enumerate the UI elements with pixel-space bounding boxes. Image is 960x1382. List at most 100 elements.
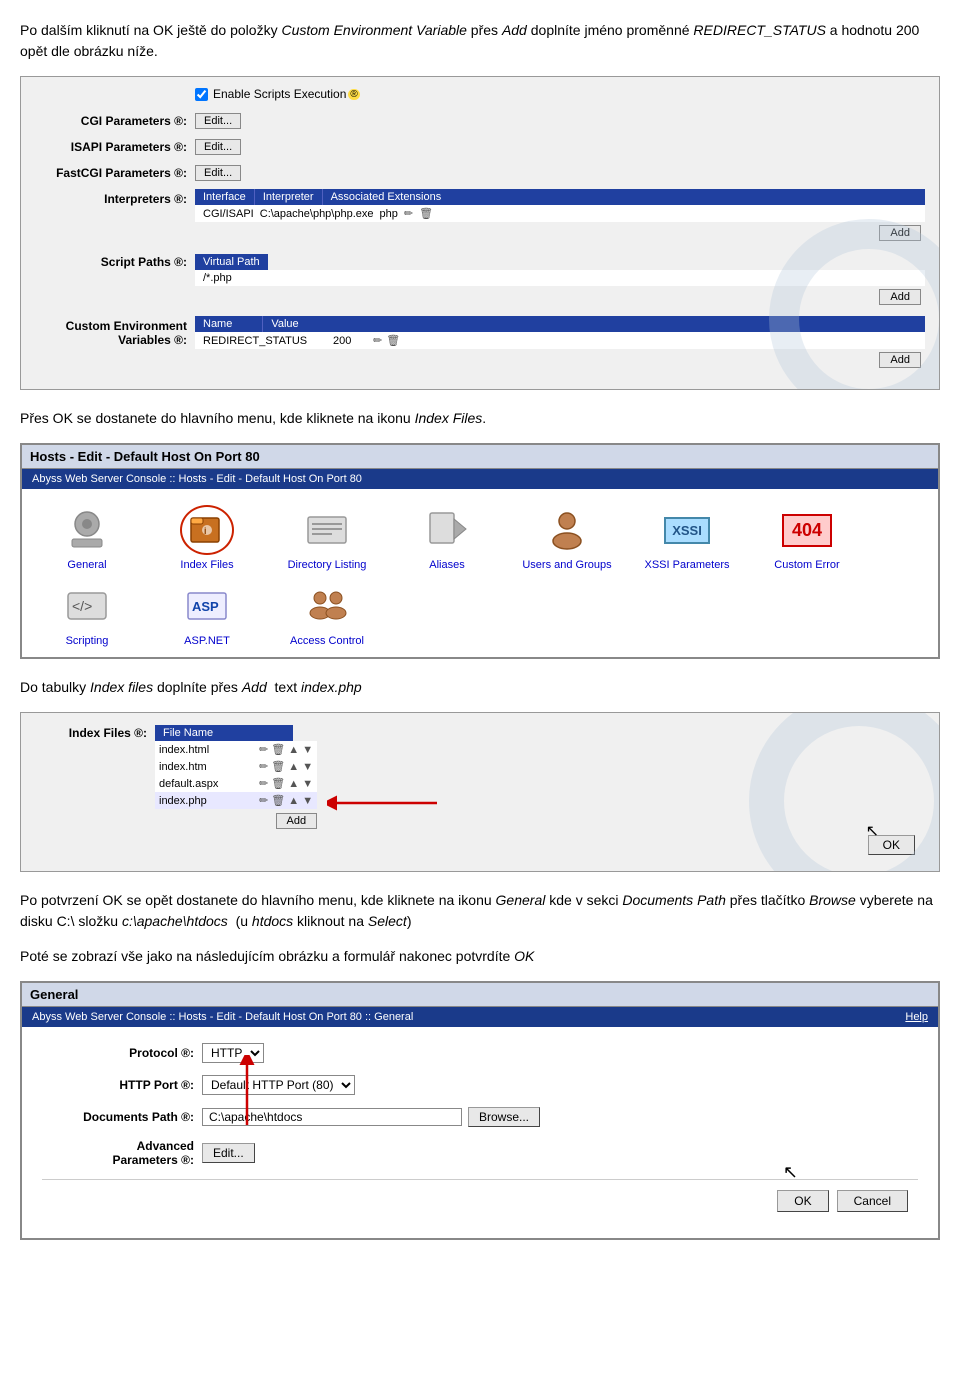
general-label: General <box>67 559 106 571</box>
file-row-4: index.php ✏ 🗑 ▲ ▼ <box>155 792 317 809</box>
enable-scripts-label: Enable Scripts Execution <box>213 87 346 101</box>
interp-path: C:\apache\php\php.exe <box>260 208 374 220</box>
intro-para3: Do tabulky Index files doplníte přes Add… <box>20 677 940 698</box>
protocol-label: Protocol ®: <box>42 1046 202 1060</box>
custom-error-icon: 404 <box>780 505 834 555</box>
red-arrow-docs-container <box>217 1055 277 1138</box>
directory-listing-label: Directory Listing <box>288 559 367 571</box>
isapi-edit-button[interactable]: Edit... <box>195 139 241 155</box>
intro-para1: Po dalším kliknutí na OK ještě do položk… <box>20 20 940 62</box>
index-files-form-content: File Name index.html ✏ 🗑 ▲ ▼ index.htm ✏… <box>155 723 317 829</box>
isapi-params-label: ISAPI Parameters ®: <box>35 137 195 154</box>
file-1-icons[interactable]: ✏ 🗑 ▲ ▼ <box>259 743 313 756</box>
menu-item-general[interactable]: General <box>32 505 142 571</box>
adv-params-label: AdvancedParameters ®: <box>42 1139 202 1167</box>
interpreters-row: Interpreters ®: Interface Interpreter As… <box>35 189 925 244</box>
intro-para2: Přes OK se dostanete do hlavního menu, k… <box>20 408 940 429</box>
docs-path-label: Documents Path ®: <box>42 1110 202 1124</box>
red-arrow-docs-icon <box>217 1055 277 1135</box>
interpreters-label: Interpreters ®: <box>35 189 195 206</box>
menu-item-xssi[interactable]: XSSI XSSI Parameters <box>632 505 742 571</box>
scripting-icon: </> <box>60 581 114 631</box>
screenshot-index-files: Index Files ®: File Name index.html ✏ 🗑 … <box>20 712 940 872</box>
custom-env-label: Custom EnvironmentVariables ®: <box>35 316 195 347</box>
virt-path-header: Virtual Path <box>195 254 268 270</box>
interp-edit-icon[interactable]: ✏ <box>404 207 413 220</box>
menu-item-aspnet[interactable]: ASP ASP.NET <box>152 581 262 647</box>
s4-form-content: Protocol ®: HTTP HTTP Port ®: Default HT… <box>22 1027 938 1238</box>
aspnet-label: ASP.NET <box>184 635 230 647</box>
menu-item-users-groups[interactable]: Users and Groups <box>512 505 622 571</box>
menu-item-scripting[interactable]: </> Scripting <box>32 581 142 647</box>
env-delete-icon[interactable]: 🗑 <box>386 334 400 347</box>
menu-item-custom-error[interactable]: 404 Custom Error <box>752 505 862 571</box>
docs-path-row: Documents Path ®: C:\apache\htdocs Brows… <box>42 1107 918 1127</box>
svg-text:ASP: ASP <box>192 599 219 614</box>
s4-help-link[interactable]: Help <box>905 1011 928 1023</box>
env-value: 200 <box>333 335 373 347</box>
s4-bottom-buttons: OK Cancel <box>42 1179 918 1222</box>
isapi-params-row: ISAPI Parameters ®: Edit... <box>35 137 925 155</box>
svg-text:i: i <box>204 526 207 536</box>
fastcgi-edit-button[interactable]: Edit... <box>195 165 241 181</box>
general-cancel-button[interactable]: Cancel <box>837 1190 908 1212</box>
cgi-params-content: Edit... <box>195 111 925 129</box>
fastcgi-params-content: Edit... <box>195 163 925 181</box>
menu-item-directory-listing[interactable]: Directory Listing <box>272 505 382 571</box>
intro-para4: Po potvrzení OK se opět dostanete do hla… <box>20 890 940 932</box>
index-files-icon: i <box>180 505 234 555</box>
index-add-button[interactable]: Add <box>276 813 318 829</box>
users-groups-label: Users and Groups <box>522 559 611 571</box>
fastcgi-params-label: FastCGI Parameters ®: <box>35 163 195 180</box>
interp-data-row: CGI/ISAPI C:\apache\php\php.exe php ✏ 🗑 <box>195 205 925 222</box>
enable-scripts-checkbox[interactable] <box>195 88 208 101</box>
aliases-label: Aliases <box>429 559 464 571</box>
file-3-icons[interactable]: ✏ 🗑 ▲ ▼ <box>259 777 313 790</box>
file-4-icons[interactable]: ✏ 🗑 ▲ ▼ <box>259 794 313 807</box>
s4-title-text: General <box>30 987 78 1002</box>
env-edit-icon[interactable]: ✏ <box>373 334 382 347</box>
directory-listing-icon <box>300 505 354 555</box>
s4-title-bar: General <box>22 983 938 1007</box>
custom-error-label: Custom Error <box>774 559 839 571</box>
xssi-label: XSSI Parameters <box>645 559 730 571</box>
interp-ext: php <box>380 208 398 220</box>
general-ok-button[interactable]: OK <box>777 1190 828 1212</box>
s2-title-bar: Hosts - Edit - Default Host On Port 80 <box>22 445 938 469</box>
browse-button[interactable]: Browse... <box>468 1107 540 1127</box>
interp-col-interface: Interface <box>195 189 255 205</box>
interp-col-interpreter: Interpreter <box>255 189 323 205</box>
fastcgi-params-row: FastCGI Parameters ®: Edit... <box>35 163 925 181</box>
file-name-header-text: File Name <box>163 727 213 739</box>
filename-4: index.php <box>159 795 259 807</box>
file-name-header: File Name <box>155 725 293 741</box>
access-control-label: Access Control <box>290 635 364 647</box>
access-control-icon <box>300 581 354 631</box>
cgi-params-label: CGI Parameters ®: <box>35 111 195 128</box>
mouse-cursor-icon: ↖ <box>866 821 879 841</box>
screenshot-cgi-config: Enable Scripts Execution ® CGI Parameter… <box>20 76 940 390</box>
file-2-icons[interactable]: ✏ 🗑 ▲ ▼ <box>259 760 313 773</box>
index-files-form-label: Index Files ®: <box>35 723 155 740</box>
aliases-icon <box>420 505 474 555</box>
general-icon <box>60 505 114 555</box>
interp-delete-icon[interactable]: 🗑 <box>419 207 433 220</box>
menu-item-aliases[interactable]: Aliases <box>392 505 502 571</box>
filename-3: default.aspx <box>159 778 259 790</box>
menu-item-index-files[interactable]: i Index Files <box>152 505 262 571</box>
adv-params-edit-button[interactable]: Edit... <box>202 1143 255 1163</box>
file-row-2: index.htm ✏ 🗑 ▲ ▼ <box>155 758 317 775</box>
xssi-icon: XSSI <box>660 505 714 555</box>
interp-col-extensions: Associated Extensions <box>323 189 450 205</box>
protocol-row: Protocol ®: HTTP <box>42 1043 918 1063</box>
cgi-edit-button[interactable]: Edit... <box>195 113 241 129</box>
users-groups-icon <box>540 505 594 555</box>
scripting-label: Scripting <box>66 635 109 647</box>
file-row-3: default.aspx ✏ 🗑 ▲ ▼ <box>155 775 317 792</box>
interp-interface: CGI/ISAPI <box>203 208 254 220</box>
file-row-1: index.html ✏ 🗑 ▲ ▼ <box>155 741 317 758</box>
env-name: REDIRECT_STATUS <box>203 335 333 347</box>
enable-scripts-row: Enable Scripts Execution ® <box>195 87 925 101</box>
menu-item-access-control[interactable]: Access Control <box>272 581 382 647</box>
index-add-row: Add <box>155 813 317 829</box>
